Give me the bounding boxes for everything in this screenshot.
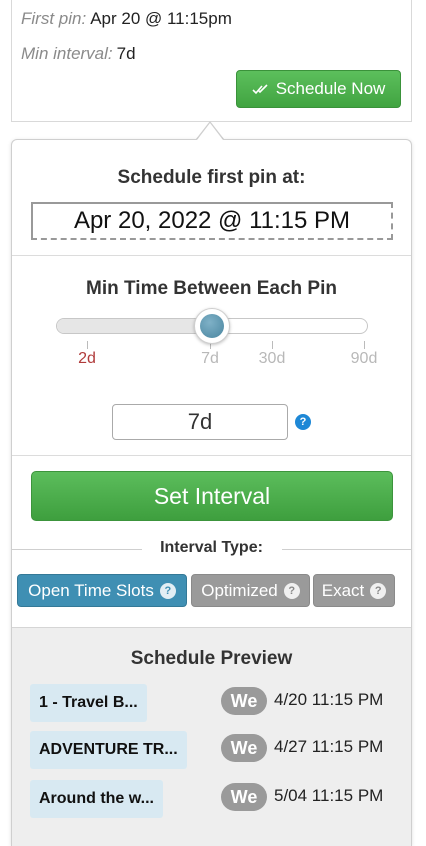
schedule-summary-card: First pin: Apr 20 @ 11:15pm Min interval:…	[11, 0, 412, 122]
help-icon[interactable]: ?	[283, 582, 300, 599]
interval-slider-handle[interactable]	[194, 308, 230, 344]
schedule-now-label: Schedule Now	[275, 79, 386, 98]
slider-tick-label[interactable]: 7d	[201, 350, 219, 368]
pin-title[interactable]: 1 - Travel B...	[30, 684, 147, 722]
first-pin-row: First pin: Apr 20 @ 11:15pm	[21, 9, 232, 29]
first-pin-label: First pin:	[21, 9, 87, 28]
schedule-now-button[interactable]: Schedule Now	[236, 70, 401, 108]
interval-type-header: Interval Type:	[12, 539, 411, 561]
slider-tick-label[interactable]: 90d	[351, 350, 378, 368]
interval-input[interactable]	[112, 404, 288, 440]
double-check-icon	[252, 84, 268, 95]
min-interval-value: 7d	[116, 44, 136, 63]
schedule-preview: Schedule Preview 1 - Travel B... We 4/20…	[12, 627, 411, 846]
day-badge: We	[221, 687, 267, 715]
slider-tick-label[interactable]: 2d	[78, 350, 96, 368]
divider	[12, 255, 411, 256]
first-pin-datetime-input[interactable]	[31, 202, 393, 240]
interval-type-heading: Interval Type:	[160, 539, 263, 556]
slider-tick	[87, 341, 88, 349]
set-interval-label: Set Interval	[153, 482, 271, 509]
schedule-popover: Schedule first pin at: Min Time Between …	[11, 139, 412, 846]
first-pin-value: Apr 20 @ 11:15pm	[90, 9, 232, 28]
set-interval-button[interactable]: Set Interval	[31, 471, 393, 521]
slider-tick	[272, 341, 273, 349]
interval-type-open-time-slots[interactable]: Open Time Slots ?	[17, 574, 187, 607]
pin-time: 5/04 11:15 PM	[274, 786, 384, 805]
interval-type-exact[interactable]: Exact ?	[313, 574, 395, 607]
schedule-preview-heading: Schedule Preview	[130, 648, 293, 669]
help-icon[interactable]: ?	[159, 582, 176, 599]
interval-type-optimized[interactable]: Optimized ?	[191, 574, 310, 607]
pin-title[interactable]: ADVENTURE TR...	[30, 731, 187, 769]
divider	[282, 549, 411, 550]
popover-arrow-fill	[197, 123, 223, 140]
list-item: 1 - Travel B... We 4/20 11:15 PM	[12, 684, 411, 724]
pin-time: 4/20 11:15 PM	[274, 690, 384, 709]
interval-slider-fill	[57, 319, 212, 333]
list-item: ADVENTURE TR... We 4/27 11:15 PM	[12, 731, 411, 771]
list-item: Around the w... We 5/04 11:15 PM	[12, 780, 411, 820]
help-icon[interactable]: ?	[295, 414, 311, 430]
day-badge: We	[221, 734, 267, 762]
min-interval-label: Min interval:	[21, 44, 113, 63]
interval-heading: Min Time Between Each Pin	[86, 278, 337, 299]
interval-type-label: Exact	[321, 580, 365, 600]
first-pin-heading: Schedule first pin at:	[117, 167, 306, 188]
interval-type-label: Optimized	[201, 580, 278, 600]
day-badge: We	[221, 783, 267, 811]
pin-title[interactable]: Around the w...	[30, 780, 163, 818]
pin-time: 4/27 11:15 PM	[274, 737, 384, 756]
slider-tick	[364, 341, 365, 349]
divider	[12, 455, 411, 456]
interval-type-label: Open Time Slots	[28, 580, 154, 600]
interval-slider-knob	[200, 314, 224, 338]
min-interval-row: Min interval: 7d	[21, 44, 136, 64]
help-icon[interactable]: ?	[370, 582, 387, 599]
slider-tick-label[interactable]: 30d	[259, 350, 286, 368]
